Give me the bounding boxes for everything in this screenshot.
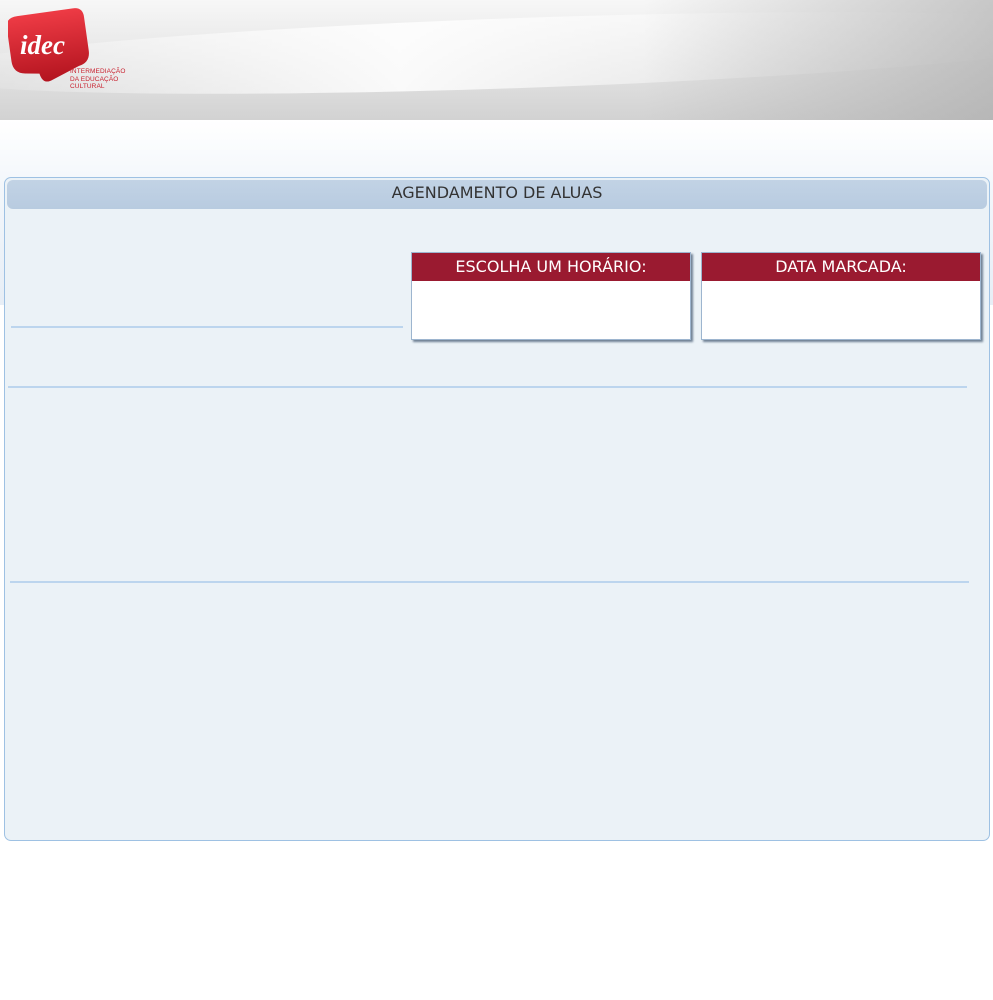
- panel-title: AGENDAMENTO DE ALUAS: [7, 180, 987, 209]
- data-marcada-label: DATA MARCADA:: [702, 253, 980, 281]
- divider-upper: [8, 386, 967, 388]
- horario-label: ESCOLHA UM HORÁRIO:: [412, 253, 690, 281]
- horario-value[interactable]: [412, 281, 690, 339]
- header-banner: idec INTERMEDIAÇÃO DA EDUCAÇÃO CULTURAL: [0, 0, 993, 120]
- divider-short: [11, 326, 403, 328]
- divider-lower: [10, 581, 969, 583]
- data-marcada-box[interactable]: DATA MARCADA:: [701, 252, 981, 340]
- logo-tagline: INTERMEDIAÇÃO DA EDUCAÇÃO CULTURAL: [70, 68, 126, 90]
- logo-word: idec: [20, 30, 65, 60]
- data-marcada-value[interactable]: [702, 281, 980, 339]
- horario-box[interactable]: ESCOLHA UM HORÁRIO:: [411, 252, 691, 340]
